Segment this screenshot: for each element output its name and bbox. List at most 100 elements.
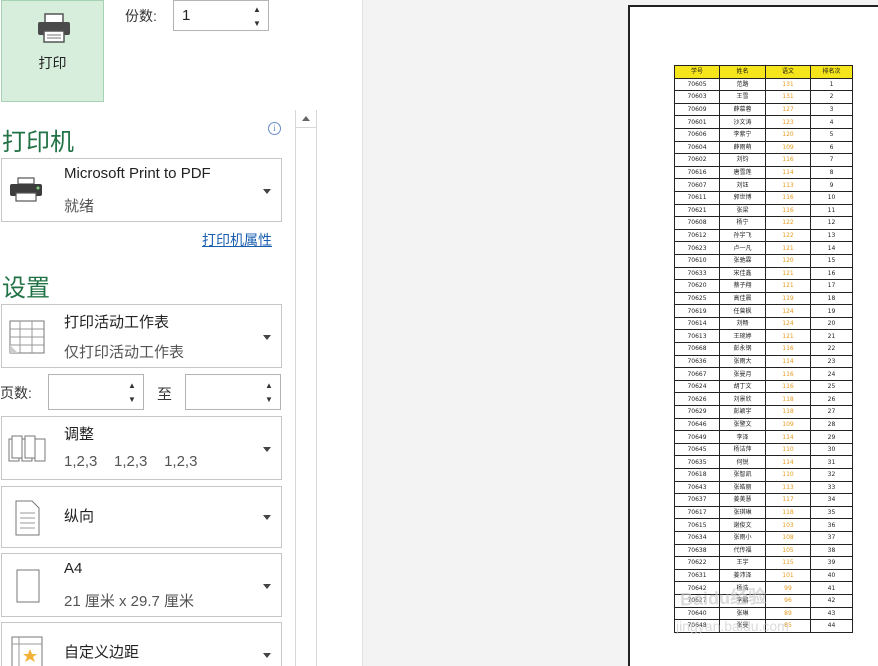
header-cell: 语文	[765, 65, 811, 79]
table-row: 70611 郭世博 116 10	[674, 190, 853, 205]
table-cell: 70614	[674, 316, 720, 331]
table-cell: 118	[765, 505, 811, 520]
table-cell: 彭颖宇	[719, 405, 766, 419]
table-row: 70614 刘畅 124 20	[674, 316, 853, 331]
table-cell: 131	[765, 77, 811, 92]
stepper-arrows-icon[interactable]: ▲ ▼	[127, 379, 137, 407]
table-cell: 刘钧	[719, 153, 766, 167]
printer-properties-link[interactable]: 打印机属性	[202, 230, 272, 250]
paper-size-sub: 21 厘米 x 29.7 厘米	[64, 593, 195, 610]
table-cell: 105	[765, 543, 811, 558]
printer-section-title: 打印机	[2, 129, 74, 156]
table-cell: 高佳晨	[719, 291, 766, 306]
table-cell: 114	[765, 165, 811, 180]
pages-label: 页数:	[0, 385, 32, 401]
printer-status: 就绪	[64, 198, 95, 215]
table-cell: 宋佳鑫	[719, 266, 766, 281]
table-cell: 109	[765, 140, 811, 155]
table-cell: 122	[765, 228, 811, 243]
table-cell: 27	[810, 405, 853, 419]
table-cell: 33	[810, 480, 853, 495]
table-row: 70631 姜沛泽 101 40	[674, 568, 853, 583]
table-cell: 116	[765, 342, 811, 356]
table-cell: 任曾枫	[719, 304, 766, 318]
table-cell: 70613	[674, 329, 720, 344]
table-row: 70618 张智凯 110 32	[674, 468, 853, 482]
table-row: 70601 沙文涛 123 4	[674, 115, 853, 129]
table-cell: 代传福	[719, 543, 766, 558]
table-cell: 刘景欣	[719, 392, 766, 407]
table-cell: 卢一凡	[719, 241, 766, 255]
table-cell: 116	[765, 190, 811, 205]
table-cell: 101	[765, 568, 811, 583]
info-icon[interactable]: i	[268, 122, 281, 135]
header-cell: 姓名	[719, 65, 766, 79]
table-cell: 孙宇飞	[719, 228, 766, 243]
table-cell: 8	[810, 165, 853, 180]
table-cell: 118	[765, 392, 811, 407]
print-button-label: 打印	[38, 55, 67, 71]
table-cell: 18	[810, 291, 853, 306]
collate-sub: 1,2,3 1,2,3 1,2,3	[64, 453, 198, 470]
stepper-arrows-icon[interactable]: ▲ ▼	[252, 3, 262, 31]
table-row: 70609 薛慕蓉 127 3	[674, 102, 853, 117]
page-from-input[interactable]: ▲ ▼	[48, 374, 144, 410]
table-row: 70623 卢一凡 121 14	[674, 241, 853, 255]
sheet-grid-icon	[9, 320, 45, 354]
table-cell: 39	[810, 556, 853, 570]
table-cell: 70620	[674, 279, 720, 293]
table-cell: 沙文涛	[719, 115, 766, 129]
table-cell: 30	[810, 442, 853, 457]
table-cell: 薛慕蓉	[719, 102, 766, 117]
table-cell: 张雨小	[719, 530, 766, 545]
printer-dropdown[interactable]: Microsoft Print to PDF 就绪	[1, 158, 282, 222]
table-cell: 14	[810, 241, 853, 255]
table-cell: 7	[810, 153, 853, 167]
table-cell: 70625	[674, 291, 720, 306]
chevron-down-icon	[263, 335, 271, 340]
table-row: 70668 彭永钢 116 22	[674, 342, 853, 356]
table-row: 70645 杨洁萍 110 30	[674, 442, 853, 457]
table-cell: 127	[765, 102, 811, 117]
table-cell: 28	[810, 417, 853, 432]
print-what-dropdown[interactable]: 打印活动工作表 仅打印活动工作表	[1, 304, 282, 368]
table-cell: 114	[765, 455, 811, 469]
table-cell: 70645	[674, 442, 720, 457]
copies-value: 1	[182, 7, 191, 24]
header-cell: 学号	[674, 65, 720, 79]
table-cell: 70615	[674, 518, 720, 532]
print-button[interactable]: 打印	[1, 0, 104, 102]
table-cell: 唐雪莲	[719, 165, 766, 180]
margins-dropdown[interactable]: 自定义边距	[1, 622, 282, 666]
table-cell: 120	[765, 253, 811, 268]
table-cell: 122	[765, 216, 811, 230]
table-cell: 张智凯	[719, 468, 766, 482]
table-cell: 38	[810, 543, 853, 558]
paper-size-dropdown[interactable]: A4 21 厘米 x 29.7 厘米	[1, 553, 282, 617]
table-cell: 王雪	[719, 90, 766, 104]
score-table: 学号 姓名 语文 排名次 70605 范路 131 1 70603 王雪 131 2 70609…	[674, 65, 853, 633]
collate-dropdown[interactable]: 调整 1,2,3 1,2,3 1,2,3	[1, 416, 282, 480]
table-row: 70629 彭颖宇 118 27	[674, 405, 853, 419]
table-cell: 王宇	[719, 556, 766, 570]
scroll-up-icon[interactable]	[296, 110, 316, 128]
stepper-arrows-icon[interactable]: ▲ ▼	[264, 379, 274, 407]
table-cell: 70624	[674, 379, 720, 394]
page-to-input[interactable]: ▲ ▼	[185, 374, 281, 410]
copies-stepper[interactable]: 1 ▲ ▼	[173, 0, 269, 31]
table-cell: 115	[765, 556, 811, 570]
settings-scrollbar[interactable]	[295, 110, 317, 666]
table-cell: 131	[765, 90, 811, 104]
table-row: 70635 何锐 114 31	[674, 455, 853, 469]
table-row: 70602 刘钧 116 7	[674, 153, 853, 167]
table-cell: 120	[765, 127, 811, 142]
table-cell: 70629	[674, 405, 720, 419]
table-cell: 42	[810, 593, 853, 608]
table-row: 70621 张梁 116 11	[674, 203, 853, 218]
table-cell: 70633	[674, 266, 720, 281]
orientation-dropdown[interactable]: 纵向	[1, 486, 282, 548]
table-cell: 70601	[674, 115, 720, 129]
table-cell: 谢俊文	[719, 518, 766, 532]
table-cell: 70623	[674, 241, 720, 255]
table-cell: 114	[765, 354, 811, 369]
